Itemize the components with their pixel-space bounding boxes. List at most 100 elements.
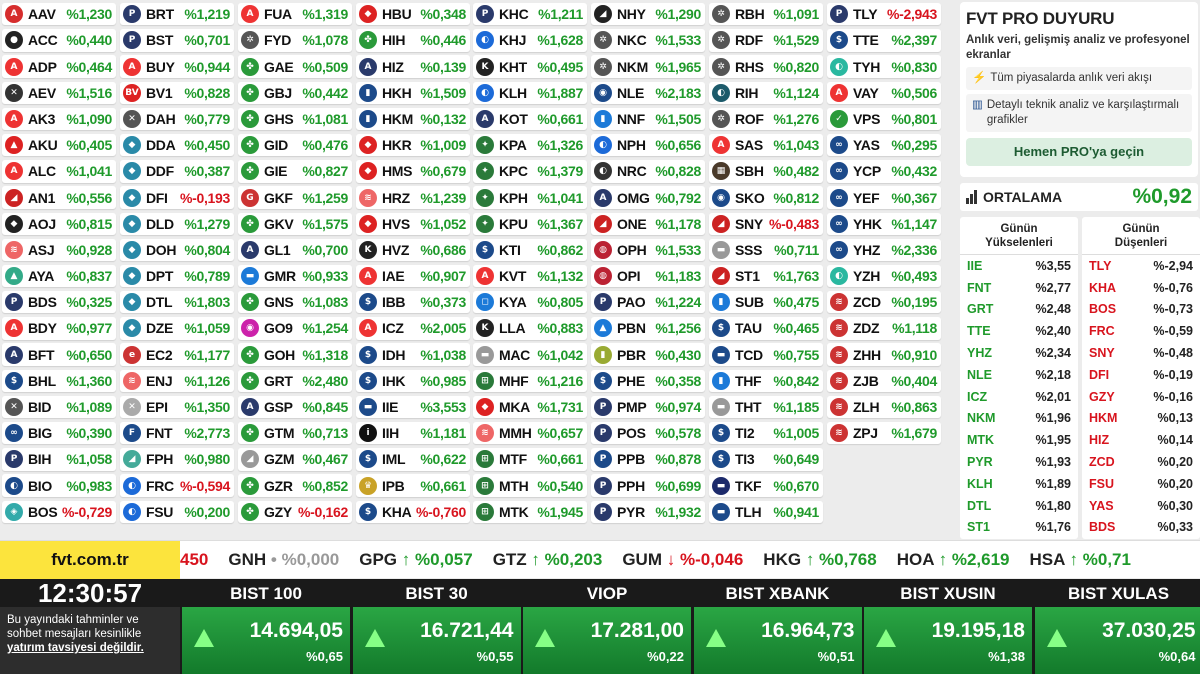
stock-cell[interactable]: ≋ ASJ %0,928: [2, 238, 116, 262]
stock-cell[interactable]: ◆ DOH %0,804: [120, 238, 234, 262]
stock-cell[interactable]: ◐ KLH %1,887: [473, 81, 587, 104]
stock-cell[interactable]: ◍ OPI %1,183: [591, 264, 705, 288]
stock-cell[interactable]: ◢ SNY %-0,483: [709, 212, 823, 235]
stock-cell[interactable]: P BRT %1,219: [120, 3, 234, 26]
stock-cell[interactable]: ✲ NKM %1,965: [591, 55, 705, 78]
stock-cell[interactable]: ≋ MMH %0,657: [473, 422, 587, 445]
stock-cell[interactable]: ✦ KPU %1,367: [473, 212, 587, 235]
stock-cell[interactable]: ∞ BIG %0,390: [2, 422, 116, 445]
stock-cell[interactable]: ✦ KPH %1,041: [473, 186, 587, 209]
stock-cell[interactable]: P BST %0,701: [120, 29, 234, 52]
stock-cell[interactable]: ✦ KPA %1,326: [473, 133, 587, 157]
stock-cell[interactable]: BV BV1 %0,828: [120, 81, 234, 104]
stock-cell[interactable]: P TLY %-2,943: [827, 3, 941, 26]
stock-cell[interactable]: ◆ DDF %0,387: [120, 160, 234, 183]
losers-row[interactable]: ZCD %0,20: [1082, 451, 1200, 473]
stock-cell[interactable]: ✕ DAH %0,779: [120, 107, 234, 131]
stock-cell[interactable]: ▮ SUB %0,475: [709, 291, 823, 314]
stock-cell[interactable]: ▬ THT %1,185: [709, 395, 823, 419]
stock-cell[interactable]: ⊞ MHF %1,216: [473, 369, 587, 393]
stock-cell[interactable]: ✕ EPI %1,350: [120, 395, 234, 419]
stock-cell[interactable]: ▬ TKF %0,670: [709, 474, 823, 497]
stock-cell[interactable]: ✤ GID %0,476: [238, 133, 352, 157]
stock-cell[interactable]: A BDY %0,977: [2, 317, 116, 340]
stock-cell[interactable]: ◈ BOS %-0,729: [2, 500, 116, 523]
stock-cell[interactable]: ◆ DPT %0,789: [120, 264, 234, 288]
losers-row[interactable]: TLY %-2,94: [1082, 255, 1200, 277]
gainers-row[interactable]: ICZ %2,01: [960, 386, 1078, 408]
stock-cell[interactable]: ▲ AKU %0,405: [2, 133, 116, 157]
losers-row[interactable]: FRC %-0,59: [1082, 320, 1200, 342]
stock-cell[interactable]: ▮ THF %0,842: [709, 369, 823, 393]
stock-cell[interactable]: ◐ YZH %0,493: [827, 264, 941, 288]
stock-cell[interactable]: ▲ PBN %1,256: [591, 317, 705, 340]
losers-row[interactable]: YAS %0,30: [1082, 495, 1200, 517]
stock-cell[interactable]: ≋ ZDZ %1,118: [827, 317, 941, 340]
stock-cell[interactable]: ◍ OPH %1,533: [591, 238, 705, 262]
stock-cell[interactable]: ✲ RHS %0,820: [709, 55, 823, 78]
stock-cell[interactable]: $ IML %0,622: [356, 448, 470, 471]
stock-cell[interactable]: ✕ AEV %1,516: [2, 81, 116, 104]
stock-cell[interactable]: ▬ TLH %0,941: [709, 500, 823, 523]
stock-cell[interactable]: ✦ KPC %1,379: [473, 160, 587, 183]
stock-cell[interactable]: ✓ VPS %0,801: [827, 107, 941, 131]
stock-cell[interactable]: A GL1 %0,700: [238, 238, 352, 262]
stock-cell[interactable]: ◆ DTL %1,803: [120, 291, 234, 314]
stock-cell[interactable]: $ PHE %0,358: [591, 369, 705, 393]
index-card[interactable]: BIST XUSIN 19.195,18 %1,38: [862, 579, 1032, 674]
stock-cell[interactable]: $ TI2 %1,005: [709, 422, 823, 445]
stock-cell[interactable]: $ IDH %1,038: [356, 343, 470, 366]
stock-cell[interactable]: ◐ FSU %0,200: [120, 500, 234, 523]
stock-cell[interactable]: ◆ HMS %0,679: [356, 160, 470, 183]
stock-cell[interactable]: ◉ SKO %0,812: [709, 186, 823, 209]
stock-cell[interactable]: ◆ DDA %0,450: [120, 133, 234, 157]
stock-cell[interactable]: ∞ YCP %0,432: [827, 160, 941, 183]
stock-cell[interactable]: $ TAU %0,465: [709, 317, 823, 340]
stock-cell[interactable]: ◐ BIO %0,983: [2, 474, 116, 497]
losers-row[interactable]: HIZ %0,14: [1082, 429, 1200, 451]
stock-cell[interactable]: ◢ AN1 %0,556: [2, 186, 116, 209]
gainers-row[interactable]: YHZ %2,34: [960, 342, 1078, 364]
stock-cell[interactable]: G GKF %1,259: [238, 186, 352, 209]
gainers-row[interactable]: TTE %2,40: [960, 320, 1078, 342]
stock-cell[interactable]: A FUA %1,319: [238, 3, 352, 26]
stock-cell[interactable]: ▲ AYA %0,837: [2, 264, 116, 288]
losers-row[interactable]: SNY %-0,48: [1082, 342, 1200, 364]
stock-cell[interactable]: ∞ YAS %0,295: [827, 133, 941, 157]
stock-cell[interactable]: ✲ RBH %1,091: [709, 3, 823, 26]
stock-cell[interactable]: ◢ NHY %1,290: [591, 3, 705, 26]
stock-cell[interactable]: ◉ NLE %2,183: [591, 81, 705, 104]
stock-cell[interactable]: ✤ GZY %-0,162: [238, 500, 352, 523]
stock-cell[interactable]: A SAS %1,043: [709, 133, 823, 157]
stock-cell[interactable]: ◆ HVS %1,052: [356, 212, 470, 235]
index-card[interactable]: BIST XBANK 16.964,73 %0,51: [691, 579, 862, 674]
stock-cell[interactable]: A BFT %0,650: [2, 343, 116, 366]
stock-cell[interactable]: ◐ NRC %0,828: [591, 160, 705, 183]
stock-cell[interactable]: K LLA %0,883: [473, 317, 587, 340]
stock-cell[interactable]: ✕ BID %1,089: [2, 395, 116, 419]
brand-url[interactable]: fvt.com.tr: [0, 541, 180, 579]
stock-cell[interactable]: ≋ HRZ %1,239: [356, 186, 470, 209]
stock-cell[interactable]: ◉ GO9 %1,254: [238, 317, 352, 340]
stock-cell[interactable]: ◐ KHJ %1,628: [473, 29, 587, 52]
stock-cell[interactable]: ✤ GNS %1,083: [238, 291, 352, 314]
stock-cell[interactable]: ▬ SSS %0,711: [709, 238, 823, 262]
stock-cell[interactable]: ✤ GKV %1,575: [238, 212, 352, 235]
stock-cell[interactable]: ◢ FPH %0,980: [120, 448, 234, 471]
stock-cell[interactable]: $ BHL %1,360: [2, 369, 116, 393]
stock-cell[interactable]: P KHC %1,211: [473, 3, 587, 26]
stock-cell[interactable]: A ADP %0,464: [2, 55, 116, 78]
stock-cell[interactable]: ◐ FRC %-0,594: [120, 474, 234, 497]
stock-cell[interactable]: ∞ YHK %1,147: [827, 212, 941, 235]
stock-cell[interactable]: $ KHA %-0,760: [356, 500, 470, 523]
stock-cell[interactable]: ▬ TCD %0,755: [709, 343, 823, 366]
stock-cell[interactable]: $ TTE %2,397: [827, 29, 941, 52]
stock-cell[interactable]: A KVT %1,132: [473, 264, 587, 288]
stock-cell[interactable]: A ALC %1,041: [2, 160, 116, 183]
stock-cell[interactable]: ◢ ONE %1,178: [591, 212, 705, 235]
stock-cell[interactable]: ✤ GTM %0,713: [238, 422, 352, 445]
stock-cell[interactable]: ● ACC %0,440: [2, 29, 116, 52]
gainers-row[interactable]: NKM %1,96: [960, 408, 1078, 430]
stock-cell[interactable]: ≋ ZJB %0,404: [827, 369, 941, 393]
index-card[interactable]: BIST 100 14.694,05 %0,65: [180, 579, 350, 674]
